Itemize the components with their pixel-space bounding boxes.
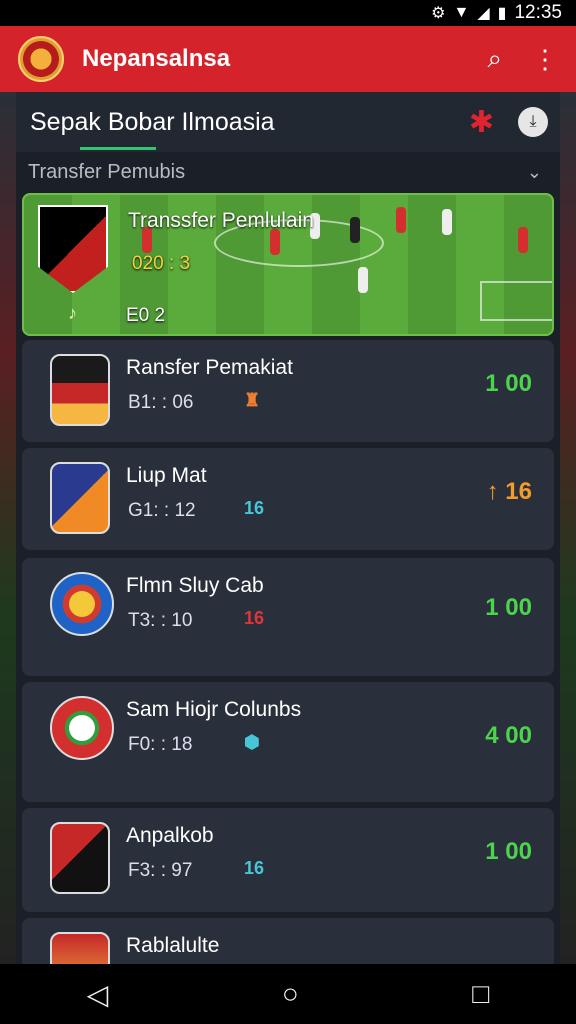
player-figure	[396, 207, 406, 233]
match-time: T3: : 10	[128, 610, 193, 631]
download-icon[interactable]: ⤓	[518, 107, 548, 137]
tab-indicator	[80, 147, 156, 150]
team-crest	[50, 572, 114, 636]
match-result: 1 00	[485, 838, 532, 865]
team-name: Ransfer Pemakiat	[126, 356, 293, 379]
team-crest	[50, 932, 110, 964]
list-item[interactable]: Ransfer Pemakiat B1: : 06 ♜ 1 00	[22, 340, 554, 442]
match-time: G1: : 12	[128, 500, 196, 521]
recents-icon[interactable]: □	[472, 978, 489, 1010]
search-icon[interactable]: ⌕	[487, 43, 502, 75]
list-item[interactable]: Flmn Sluy Cab T3: : 10 16 1 00	[22, 558, 554, 676]
match-result: ↑ 16	[487, 478, 532, 506]
stadium-background-left	[0, 92, 16, 964]
stadium-background-right	[560, 92, 576, 964]
featured-footer: E0 2	[126, 305, 166, 326]
match-time: F0: : 18	[128, 734, 193, 755]
app-logo	[18, 36, 64, 82]
boot-icon: ♪	[68, 303, 77, 323]
filter-dropdown[interactable]: Transfer Pemubis ⌄	[16, 152, 560, 192]
player-figure	[518, 227, 528, 253]
team-crest	[50, 822, 110, 894]
match-time: F3: : 97	[128, 860, 193, 881]
match-result: 1 00	[485, 370, 532, 397]
pitch-box	[480, 281, 552, 321]
team-name: Flmn Sluy Cab	[126, 574, 264, 597]
featured-match-card[interactable]: Transsfer Pemlulain 020 : 3 ♪ E0 2	[22, 193, 554, 336]
section-header: Sepak Bobar Ilmoasia ✱ ⤓	[16, 92, 560, 152]
status-time: 12:35	[514, 2, 562, 23]
battery-icon: ▮	[497, 5, 507, 22]
team-name: Rablalulte	[126, 934, 220, 957]
shield-icon: ⬢	[244, 732, 260, 752]
match-badge: 16	[244, 608, 265, 628]
section-title[interactable]: Sepak Bobar Ilmoasia	[30, 108, 469, 137]
trophy-icon: ♜	[244, 390, 261, 410]
player-figure	[350, 217, 360, 243]
list-item[interactable]: Sam Hiojr Colunbs F0: : 18 ⬢ 4 00	[22, 682, 554, 802]
team-name: Liup Mat	[126, 464, 207, 487]
list-item[interactable]: Anpalkob F3: : 97 16 1 00	[22, 808, 554, 912]
list-item[interactable]: Liup Mat G1: : 12 16 ↑ 16	[22, 448, 554, 550]
match-result: 4 00	[485, 722, 532, 749]
arrow-up-icon: ↑	[486, 478, 506, 505]
player-figure	[358, 267, 368, 293]
team-name: Anpalkob	[126, 824, 214, 847]
match-badge: 16	[244, 498, 265, 518]
featured-title: Transsfer Pemlulain	[128, 209, 314, 232]
match-result: 1 00	[485, 594, 532, 621]
list-item[interactable]: Rablalulte	[22, 918, 554, 964]
system-navigation-bar: ◁ ○ □	[0, 964, 576, 1024]
featured-score: 020 : 3	[132, 253, 191, 274]
more-options-icon[interactable]: ⋮	[532, 44, 558, 75]
team-crest	[50, 354, 110, 426]
wifi-icon: ▼	[453, 4, 470, 21]
team-crest	[50, 696, 114, 760]
status-bar: ⚙ ▼ ◢ ▮ 12:35	[0, 0, 576, 26]
team-crest	[50, 462, 110, 534]
player-figure	[442, 209, 452, 235]
chevron-down-icon[interactable]: ⌄	[527, 162, 542, 183]
app-bar: Nepansalnsa ⌕ ⋮	[0, 26, 576, 92]
match-badge: 16	[244, 858, 265, 878]
favorite-icon[interactable]: ✱	[469, 105, 494, 140]
settings-icon: ⚙	[431, 5, 446, 22]
back-icon[interactable]: ◁	[87, 978, 109, 1011]
result-value: 16	[505, 478, 532, 505]
app-title: Nepansalnsa	[82, 45, 231, 72]
match-time: B1: : 06	[128, 392, 194, 413]
signal-icon: ◢	[477, 5, 490, 22]
filter-label: Transfer Pemubis	[28, 160, 186, 183]
team-crest	[38, 205, 108, 293]
home-icon[interactable]: ○	[282, 978, 299, 1010]
team-name: Sam Hiojr Colunbs	[126, 698, 302, 721]
